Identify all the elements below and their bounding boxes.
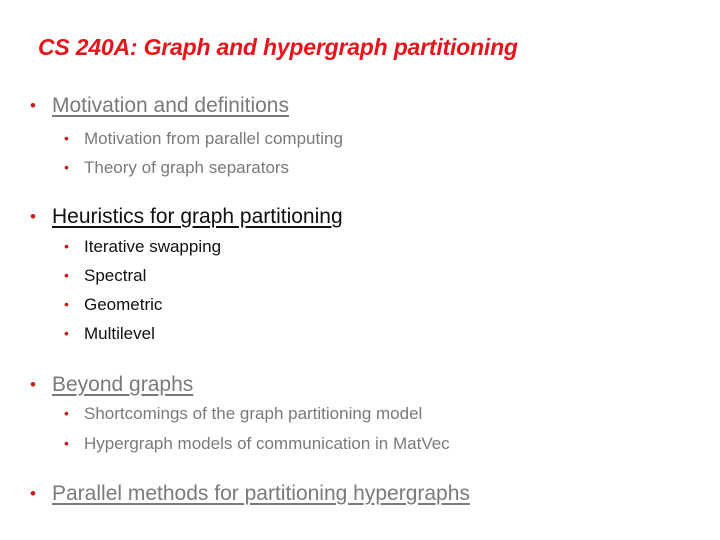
bullet-icon: •	[64, 325, 69, 341]
list-item-label: Motivation from parallel computing	[84, 129, 343, 148]
bullet-icon: •	[64, 296, 69, 312]
section-beyond-graphs[interactable]: • Beyond graphs	[30, 373, 193, 397]
list-item-label: Theory of graph separators	[84, 158, 290, 177]
section-label[interactable]: Heuristics for graph partitioning	[52, 205, 343, 229]
list-item-label: Hypergraph models of communication in Ma…	[84, 434, 450, 453]
bullet-icon: •	[64, 238, 69, 254]
list-item: • Spectral	[64, 266, 146, 286]
list-item: • Theory of graph separators	[64, 158, 289, 178]
list-item-label: Iterative swapping	[84, 237, 222, 256]
section-motivation[interactable]: • Motivation and definitions	[30, 94, 289, 118]
list-item: • Hypergraph models of communication in M…	[64, 434, 450, 454]
list-item: • Motivation from parallel computing	[64, 129, 343, 149]
bullet-icon: •	[30, 375, 36, 394]
section-heuristics[interactable]: • Heuristics for graph partitioning	[30, 205, 343, 229]
bullet-icon: •	[64, 130, 69, 146]
list-item-label: Shortcomings of the graph partitioning m…	[84, 404, 423, 423]
bullet-icon: •	[30, 96, 36, 115]
section-label[interactable]: Parallel methods for partitioning hyperg…	[52, 482, 470, 506]
bullet-icon: •	[64, 267, 69, 283]
list-item-label: Spectral	[84, 266, 147, 285]
bullet-icon: •	[64, 435, 69, 451]
list-item: • Shortcomings of the graph partitioning …	[64, 404, 422, 424]
bullet-icon: •	[64, 159, 69, 175]
section-parallel-methods[interactable]: • Parallel methods for partitioning hyper…	[30, 482, 470, 506]
section-label[interactable]: Motivation and definitions	[52, 94, 289, 118]
bullet-icon: •	[30, 484, 36, 503]
list-item: • Multilevel	[64, 324, 155, 344]
list-item: • Geometric	[64, 295, 162, 315]
list-item: • Iterative swapping	[64, 237, 221, 257]
bullet-icon: •	[64, 405, 69, 421]
list-item-label: Multilevel	[84, 324, 155, 343]
bullet-icon: •	[30, 207, 36, 226]
section-label[interactable]: Beyond graphs	[52, 373, 193, 397]
slide-title: CS 240A: Graph and hypergraph partitioni…	[38, 34, 518, 60]
list-item-label: Geometric	[84, 295, 163, 314]
